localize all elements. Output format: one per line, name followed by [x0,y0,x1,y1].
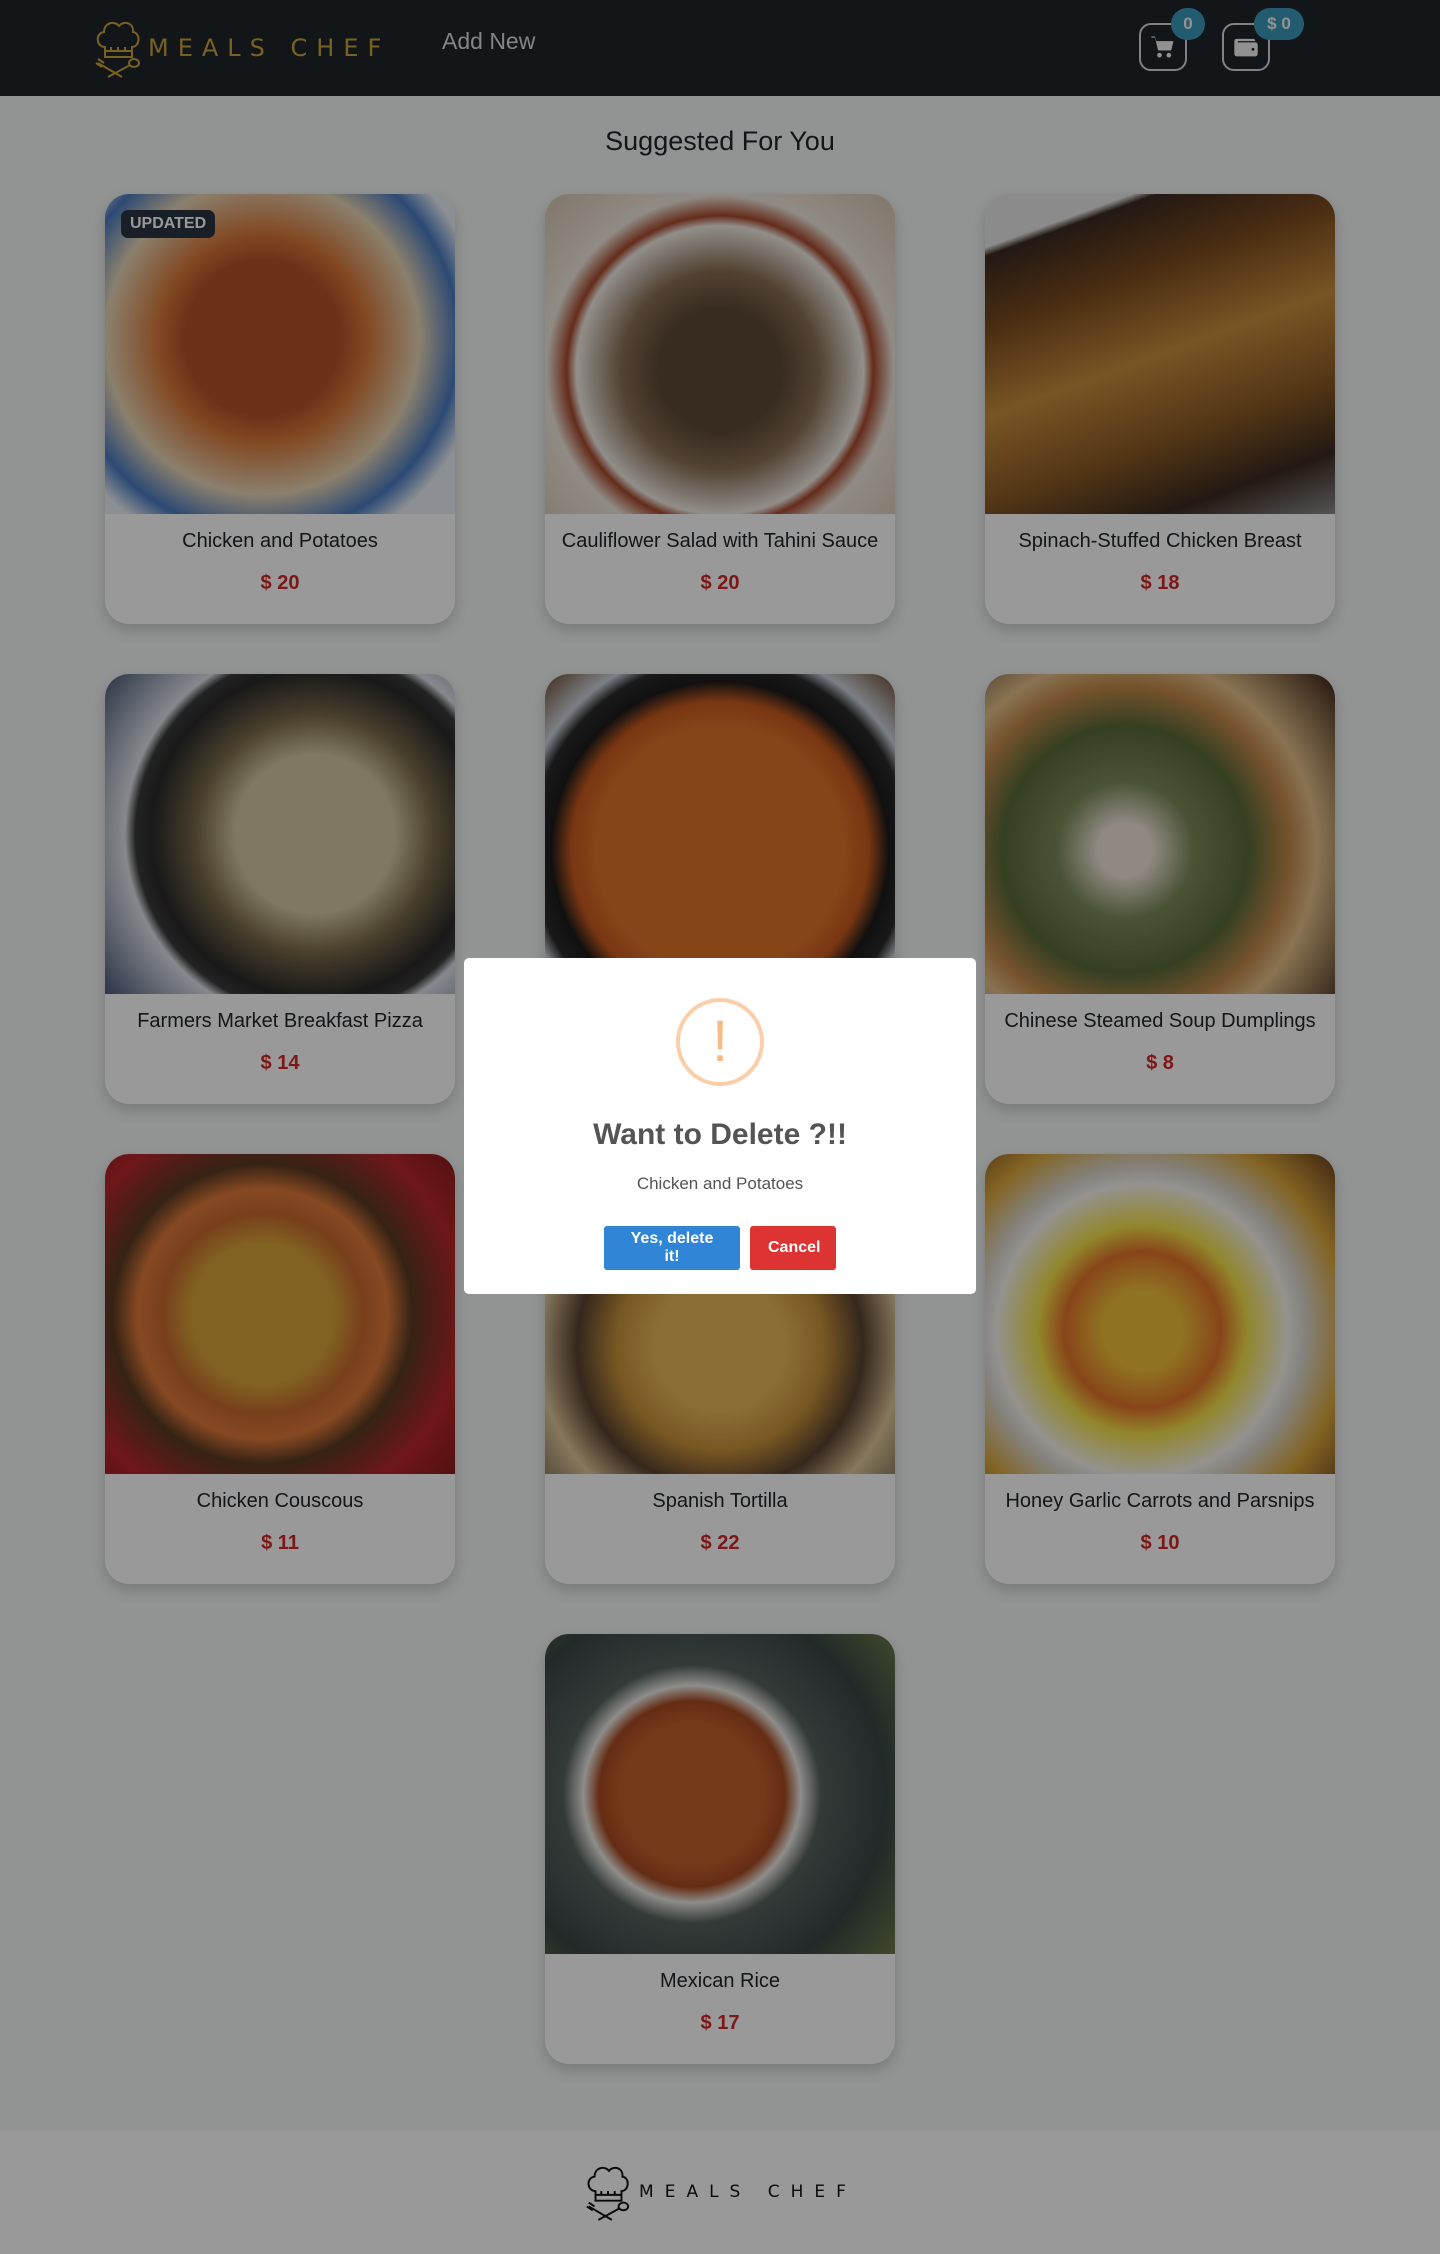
cancel-button[interactable]: Cancel [750,1226,836,1270]
warning-icon: ! [676,998,764,1086]
delete-confirm-dialog: ! Want to Delete ?!! Chicken and Potatoe… [464,958,976,1294]
dialog-actions: Yes, delete it! Cancel [464,1226,976,1270]
dialog-title: Want to Delete ?!! [593,1118,847,1151]
dialog-text: Chicken and Potatoes [636,1174,804,1193]
confirm-delete-button[interactable]: Yes, delete it! [604,1226,740,1270]
